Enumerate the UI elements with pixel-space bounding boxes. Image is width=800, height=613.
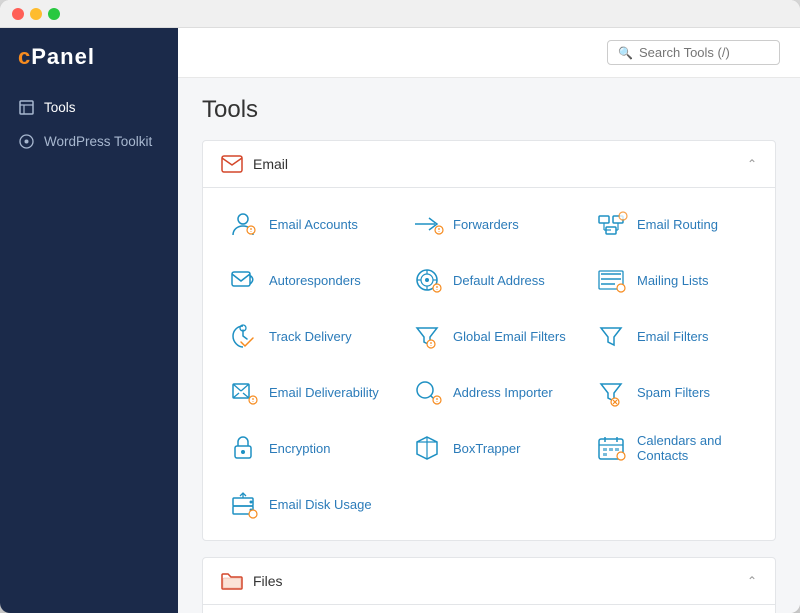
email-routing-icon (595, 208, 627, 240)
email-section-title: Email (253, 156, 288, 172)
calendars-contacts-label: Calendars and Contacts (637, 433, 751, 463)
autoresponders-label: Autoresponders (269, 273, 361, 288)
tool-default-address[interactable]: Default Address (397, 252, 581, 308)
encryption-icon (227, 432, 259, 464)
track-delivery-label: Track Delivery (269, 329, 352, 344)
email-accounts-label: Email Accounts (269, 217, 358, 232)
sidebar-item-label-tools: Tools (44, 100, 76, 115)
maximize-button[interactable] (48, 8, 60, 20)
traffic-lights (12, 8, 60, 20)
mailing-lists-icon (595, 264, 627, 296)
encryption-label: Encryption (269, 441, 330, 456)
email-section-label-group: Email (221, 153, 288, 175)
tool-mailing-lists[interactable]: Mailing Lists (581, 252, 765, 308)
global-email-filters-label: Global Email Filters (453, 329, 566, 344)
tool-calendars-contacts[interactable]: Calendars and Contacts (581, 420, 765, 476)
tool-encryption[interactable]: Encryption (213, 420, 397, 476)
tool-email-deliverability[interactable]: Email Deliverability (213, 364, 397, 420)
sidebar-item-wordpress[interactable]: WordPress Toolkit (0, 124, 178, 158)
boxtrapper-label: BoxTrapper (453, 441, 520, 456)
spam-filters-icon (595, 376, 627, 408)
email-disk-icon (227, 488, 259, 520)
cpanel-logo: cPanel (0, 44, 178, 90)
close-button[interactable] (12, 8, 24, 20)
search-input[interactable] (639, 45, 769, 60)
tool-email-routing[interactable]: Email Routing (581, 196, 765, 252)
main-content: Tools Email (178, 78, 800, 613)
page-title: Tools (202, 96, 776, 124)
global-filters-icon (411, 320, 443, 352)
tool-track-delivery[interactable]: Track Delivery (213, 308, 397, 364)
app-body: cPanel Tools (0, 28, 800, 613)
search-box[interactable]: 🔍 (607, 40, 780, 65)
forwarders-label: Forwarders (453, 217, 519, 232)
app-window: cPanel Tools (0, 0, 800, 613)
calendars-icon (595, 432, 627, 464)
email-filters-label: Email Filters (637, 329, 709, 344)
title-bar (0, 0, 800, 28)
spam-filters-label: Spam Filters (637, 385, 710, 400)
email-section-header[interactable]: Email ⌃ (203, 141, 775, 188)
files-section: Files ⌃ (202, 557, 776, 613)
email-tools-grid: Email Accounts (203, 188, 775, 540)
email-accounts-icon (227, 208, 259, 240)
files-section-title: Files (253, 573, 283, 589)
address-importer-icon (411, 376, 443, 408)
forwarders-icon (411, 208, 443, 240)
search-icon: 🔍 (618, 46, 633, 60)
default-address-label: Default Address (453, 273, 545, 288)
email-section-chevron: ⌃ (747, 157, 757, 171)
tool-email-disk-usage[interactable]: Email Disk Usage (213, 476, 397, 532)
tools-icon (18, 99, 34, 115)
tool-forwarders[interactable]: Forwarders (397, 196, 581, 252)
tool-boxtrapper[interactable]: BoxTrapper (397, 420, 581, 476)
boxtrapper-icon (411, 432, 443, 464)
tool-spam-filters[interactable]: Spam Filters (581, 364, 765, 420)
track-delivery-icon (227, 320, 259, 352)
tool-email-filters[interactable]: Email Filters (581, 308, 765, 364)
email-deliverability-label: Email Deliverability (269, 385, 379, 400)
autoresponders-icon (227, 264, 259, 296)
email-filters-icon (595, 320, 627, 352)
email-section: Email ⌃ (202, 140, 776, 541)
tool-autoresponders[interactable]: Autoresponders (213, 252, 397, 308)
tool-address-importer[interactable]: Address Importer (397, 364, 581, 420)
sidebar-nav: Tools WordPress Toolkit (0, 90, 178, 158)
sidebar-item-tools[interactable]: Tools (0, 90, 178, 124)
minimize-button[interactable] (30, 8, 42, 20)
sidebar: cPanel Tools (0, 28, 178, 613)
files-section-header[interactable]: Files ⌃ (203, 558, 775, 605)
email-section-icon (221, 153, 243, 175)
files-section-label-group: Files (221, 570, 283, 592)
email-disk-usage-label: Email Disk Usage (269, 497, 372, 512)
mailing-lists-label: Mailing Lists (637, 273, 709, 288)
files-section-chevron: ⌃ (747, 574, 757, 588)
tool-global-email-filters[interactable]: Global Email Filters (397, 308, 581, 364)
default-address-icon (411, 264, 443, 296)
address-importer-label: Address Importer (453, 385, 553, 400)
tool-email-accounts[interactable]: Email Accounts (213, 196, 397, 252)
main-header: 🔍 (178, 28, 800, 78)
sidebar-item-label-wp: WordPress Toolkit (44, 134, 152, 149)
wordpress-icon (18, 133, 34, 149)
files-tools-grid: File Manager Images (203, 605, 775, 613)
email-routing-label: Email Routing (637, 217, 718, 232)
main-panel: 🔍 Tools (178, 28, 800, 613)
email-deliverability-icon (227, 376, 259, 408)
files-section-icon (221, 570, 243, 592)
